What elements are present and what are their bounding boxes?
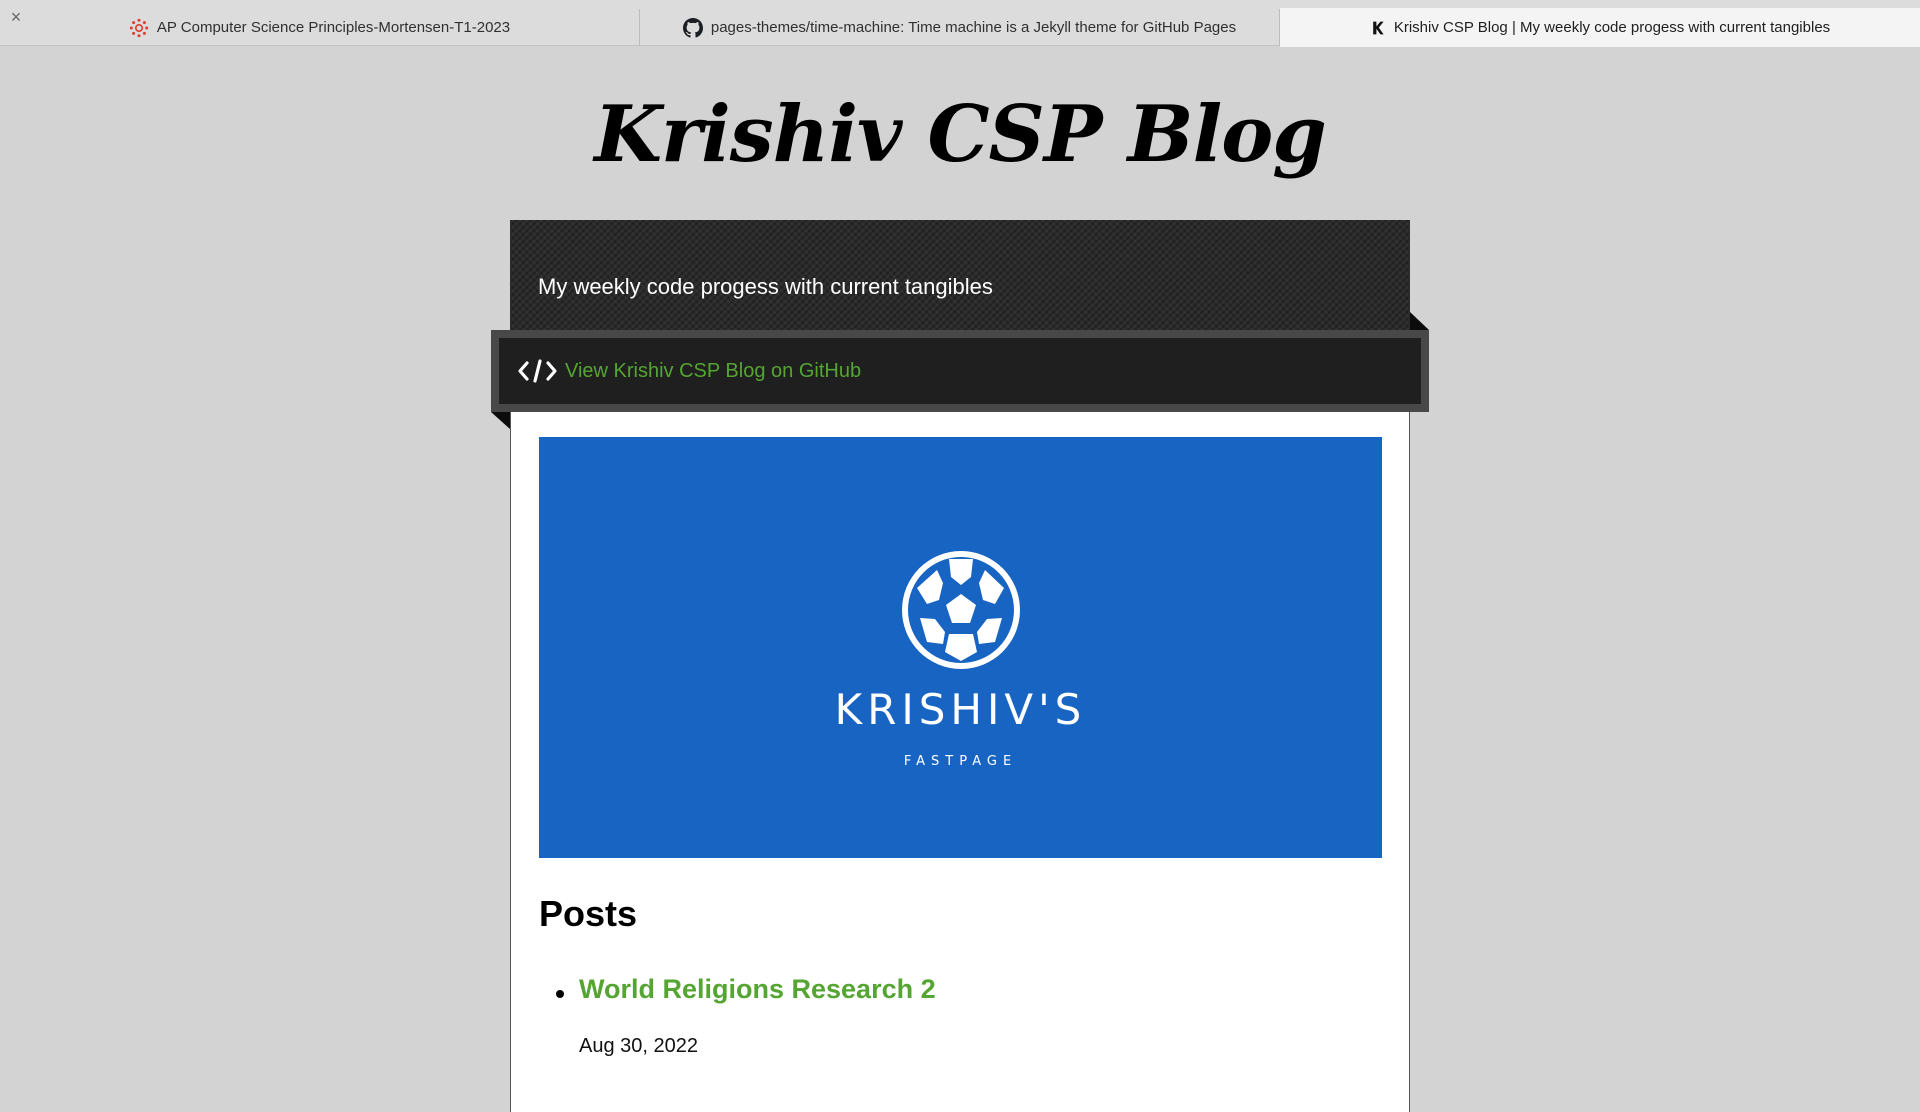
tab-label: AP Computer Science Principles-Mortensen… (156, 19, 511, 36)
k-favicon-icon (1373, 21, 1384, 34)
github-ribbon: View Krishiv CSP Blog on GitHub (491, 330, 1429, 412)
site-title: Krishiv CSP Blog (594, 89, 1327, 180)
post-list: World Religions Research 2 Aug 30, 2022 (539, 972, 1369, 1058)
post-date: Aug 30, 2022 (579, 1035, 698, 1058)
canvas-logo-icon (129, 18, 149, 37)
fastpage-banner-image: KRISHIV'S FASTPAGE (539, 437, 1382, 858)
list-item: World Religions Research 2 Aug 30, 2022 (539, 972, 1369, 1058)
bullet-icon (556, 990, 564, 998)
github-icon (682, 17, 703, 38)
posts-heading: Posts (539, 893, 638, 934)
main-content: KRISHIV'S FASTPAGE Posts World Religions… (510, 412, 1410, 1112)
github-ribbon-inner: View Krishiv CSP Blog on GitHub (499, 338, 1421, 404)
browser-tab-krishiv-blog[interactable]: Krishiv CSP Blog | My weekly code proges… (1280, 8, 1920, 47)
browser-tab-github[interactable]: pages-themes/time-machine: Time machine … (639, 9, 1280, 46)
header-banner: My weekly code progess with current tang… (510, 220, 1410, 332)
browser-tab-bar: × AP Computer Science Principles-Mortens… (0, 0, 1920, 47)
view-on-github-link[interactable]: View Krishiv CSP Blog on GitHub (565, 360, 861, 383)
browser-tab-canvas[interactable]: AP Computer Science Principles-Mortensen… (0, 9, 639, 46)
banner-subtitle: FASTPAGE (903, 754, 1018, 769)
tab-label: pages-themes/time-machine: Time machine … (710, 19, 1237, 36)
soccer-ball-icon (902, 551, 1020, 669)
code-icon (518, 359, 557, 383)
ribbon-fold-left (491, 412, 510, 429)
banner-title: KRISHIV'S (834, 685, 1087, 734)
tab-label: Krishiv CSP Blog | My weekly code proges… (1393, 19, 1831, 36)
ribbon-fold-right (1410, 312, 1429, 330)
post-title-link[interactable]: World Religions Research 2 (579, 972, 1369, 1007)
site-tagline: My weekly code progess with current tang… (538, 274, 993, 299)
